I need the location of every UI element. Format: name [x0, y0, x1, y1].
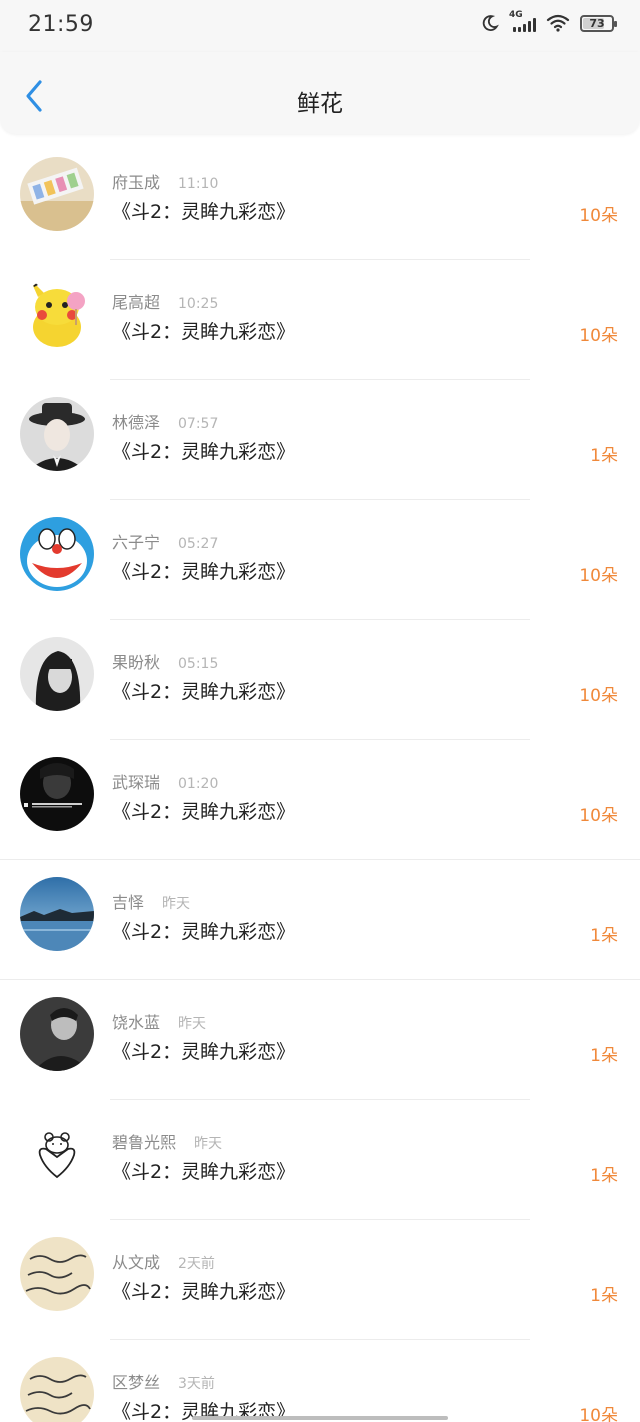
name-line: 武琛瑞 01:20	[112, 769, 218, 793]
user-name: 碧鲁光熙	[112, 1133, 177, 1152]
flower-count: 1朵	[590, 1166, 618, 1186]
book-title: 《斗2：灵眸九彩恋》	[112, 561, 296, 583]
name-line: 果盼秋 05:15	[112, 649, 218, 673]
book-title: 《斗2：灵眸九彩恋》	[112, 801, 296, 823]
timestamp: 3天前	[178, 1376, 215, 1392]
battery-icon: 73	[580, 14, 617, 32]
list-item[interactable]: 府玉成 11:10 《斗2：灵眸九彩恋》 10朵	[0, 140, 640, 260]
book-title: 《斗2：灵眸九彩恋》	[112, 681, 296, 703]
timestamp: 昨天	[162, 896, 191, 912]
timestamp: 05:15	[178, 656, 219, 672]
book-title: 《斗2：灵眸九彩恋》	[112, 1281, 296, 1303]
user-name: 吉怿	[112, 893, 145, 912]
timestamp: 11:10	[178, 176, 219, 192]
flower-count: 1朵	[590, 446, 618, 466]
user-name: 区梦丝	[112, 1373, 161, 1392]
battery-level: 73	[589, 16, 605, 30]
name-line: 林德泽 07:57	[112, 409, 218, 433]
avatar[interactable]	[20, 1237, 94, 1311]
book-title: 《斗2：灵眸九彩恋》	[112, 1161, 296, 1183]
name-line: 府玉成 11:10	[112, 169, 218, 193]
name-line: 尾高超 10:25	[112, 289, 218, 313]
flower-count: 10朵	[579, 686, 618, 706]
flower-count: 1朵	[590, 1046, 618, 1066]
flower-count: 10朵	[579, 1406, 618, 1422]
user-name: 尾高超	[112, 293, 161, 312]
cellular-signal-icon: 4G	[509, 10, 536, 32]
book-title: 《斗2：灵眸九彩恋》	[112, 321, 296, 343]
avatar[interactable]	[20, 637, 94, 711]
name-line: 饶水蓝 昨天	[112, 1009, 206, 1033]
list-item[interactable]: 吉怿 昨天 《斗2：灵眸九彩恋》 1朵	[0, 860, 640, 980]
name-line: 吉怿 昨天	[112, 889, 190, 913]
name-line: 从文成 2天前	[112, 1249, 215, 1273]
moon-icon	[482, 15, 499, 31]
avatar[interactable]	[20, 157, 94, 231]
timestamp: 01:20	[178, 776, 219, 792]
page-title: 鲜花	[297, 91, 343, 117]
user-name: 饶水蓝	[112, 1013, 161, 1032]
timestamp: 昨天	[178, 1016, 207, 1032]
name-line: 碧鲁光熙 昨天	[112, 1129, 222, 1153]
flower-count: 10朵	[579, 326, 618, 346]
avatar[interactable]	[20, 517, 94, 591]
avatar[interactable]	[20, 397, 94, 471]
network-type-label: 4G	[509, 10, 523, 20]
flower-count: 10朵	[579, 806, 618, 826]
list-item[interactable]: 六子宁 05:27 《斗2：灵眸九彩恋》 10朵	[0, 500, 640, 620]
status-time: 21:59	[28, 12, 94, 37]
list-item[interactable]: 武琛瑞 01:20 《斗2：灵眸九彩恋》 10朵	[0, 740, 640, 860]
timestamp: 2天前	[178, 1256, 215, 1272]
book-title: 《斗2：灵眸九彩恋》	[112, 921, 296, 943]
timestamp: 07:57	[178, 416, 219, 432]
flower-list: 府玉成 11:10 《斗2：灵眸九彩恋》 10朵 尾高超 10:25 《斗2：灵…	[0, 140, 640, 1422]
list-item[interactable]: 果盼秋 05:15 《斗2：灵眸九彩恋》 10朵	[0, 620, 640, 740]
timestamp: 昨天	[194, 1136, 223, 1152]
avatar[interactable]	[20, 757, 94, 831]
user-name: 六子宁	[112, 533, 161, 552]
timestamp: 05:27	[178, 536, 219, 552]
user-name: 府玉成	[112, 173, 161, 192]
name-line: 六子宁 05:27	[112, 529, 218, 553]
flower-count: 1朵	[590, 1286, 618, 1306]
avatar[interactable]	[20, 877, 94, 951]
user-name: 果盼秋	[112, 653, 161, 672]
list-item[interactable]: 区梦丝 3天前 《斗2：灵眸九彩恋》 10朵	[0, 1340, 640, 1422]
avatar[interactable]	[20, 1357, 94, 1422]
user-name: 武琛瑞	[112, 773, 161, 792]
book-title: 《斗2：灵眸九彩恋》	[112, 1041, 296, 1063]
list-item[interactable]: 碧鲁光熙 昨天 《斗2：灵眸九彩恋》 1朵	[0, 1100, 640, 1220]
status-icons: 4G 73	[481, 10, 617, 32]
avatar[interactable]	[20, 277, 94, 351]
list-item[interactable]: 从文成 2天前 《斗2：灵眸九彩恋》 1朵	[0, 1220, 640, 1340]
avatar[interactable]	[20, 997, 94, 1071]
user-name: 林德泽	[112, 413, 161, 432]
book-title: 《斗2：灵眸九彩恋》	[112, 441, 296, 463]
flower-count: 1朵	[590, 926, 618, 946]
list-item[interactable]: 林德泽 07:57 《斗2：灵眸九彩恋》 1朵	[0, 380, 640, 500]
list-item[interactable]: 饶水蓝 昨天 《斗2：灵眸九彩恋》 1朵	[0, 980, 640, 1100]
book-title: 《斗2：灵眸九彩恋》	[112, 201, 296, 223]
flower-count: 10朵	[579, 566, 618, 586]
nav-bar: 鲜花	[0, 52, 640, 134]
avatar[interactable]	[20, 1117, 94, 1191]
list-item[interactable]: 尾高超 10:25 《斗2：灵眸九彩恋》 10朵	[0, 260, 640, 380]
name-line: 区梦丝 3天前	[112, 1369, 215, 1393]
flower-count: 10朵	[579, 206, 618, 226]
home-indicator[interactable]	[192, 1416, 448, 1420]
timestamp: 10:25	[178, 296, 219, 312]
user-name: 从文成	[112, 1253, 161, 1272]
status-bar: 21:59 4G 73	[0, 0, 640, 52]
wifi-icon	[546, 14, 570, 32]
